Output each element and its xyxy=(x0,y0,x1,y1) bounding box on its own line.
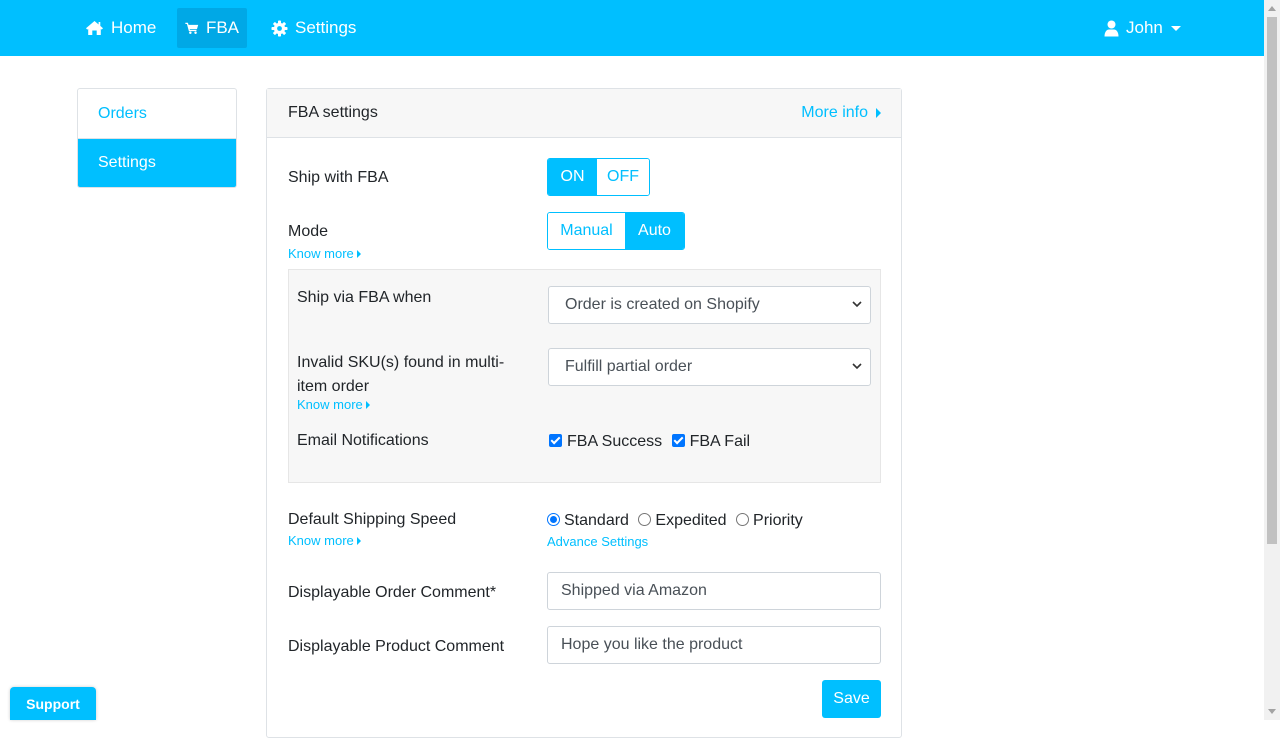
standard-label: Standard xyxy=(564,512,629,529)
chevron-down-icon xyxy=(852,301,862,308)
user-icon xyxy=(1104,20,1119,36)
save-button[interactable]: Save xyxy=(822,680,881,718)
cart-icon xyxy=(185,22,199,34)
card-title: FBA settings xyxy=(288,104,378,121)
ship-via-select[interactable]: Order is created on Shopify xyxy=(548,286,871,324)
sidebar-item-label: Settings xyxy=(98,154,156,171)
invalid-sku-select[interactable]: Fulfill partial order xyxy=(548,348,871,386)
mode-know-more-link[interactable]: Know more xyxy=(288,246,361,261)
product-comment-value: Hope you like the product xyxy=(561,636,743,653)
ship-via-value: Order is created on Shopify xyxy=(565,296,760,313)
scroll-thumb[interactable] xyxy=(1267,17,1277,544)
user-menu[interactable]: John xyxy=(1096,8,1189,48)
expedited-label: Expedited xyxy=(655,512,727,529)
fba-success-checkbox[interactable] xyxy=(549,434,562,447)
nav-fba-label: FBA xyxy=(205,18,239,37)
order-comment-label: Displayable Order Comment* xyxy=(288,584,497,601)
know-more-label: Know more xyxy=(288,246,354,261)
sidebar-item-orders[interactable]: Orders xyxy=(78,89,236,138)
product-comment-label: Displayable Product Comment xyxy=(288,638,505,655)
invalid-sku-label-line1: Invalid SKU(s) found in multi- xyxy=(297,354,505,371)
priority-radio[interactable] xyxy=(736,513,750,526)
more-info-label: More info xyxy=(801,104,868,121)
nav-home-label: Home xyxy=(111,18,157,37)
gear-icon xyxy=(271,20,288,36)
nav-settings-label: Settings xyxy=(295,18,357,37)
nav-settings[interactable]: Settings xyxy=(263,8,364,48)
support-button[interactable]: Support xyxy=(10,687,96,720)
email-notifications-label: Email Notifications xyxy=(297,432,429,449)
mode-manual-button[interactable]: Manual xyxy=(548,213,625,249)
advance-settings-link[interactable]: Advance Settings xyxy=(547,534,648,549)
top-navbar: Home FBA Settings John xyxy=(0,0,1264,56)
shipping-speed-know-more-link[interactable]: Know more xyxy=(288,533,361,548)
ship-with-fba-toggle: ON OFF xyxy=(547,158,650,196)
more-info-link[interactable]: More info xyxy=(801,104,881,122)
know-more-label: Know more xyxy=(288,533,354,548)
fba-fail-label: FBA Fail xyxy=(689,433,751,450)
invalid-sku-know-more-link[interactable]: Know more xyxy=(297,397,370,412)
shipping-speed-options: Standard Expedited Priority xyxy=(547,512,803,530)
order-comment-value: Shipped via Amazon xyxy=(561,582,707,599)
card-header: FBA settings More info xyxy=(267,89,901,138)
order-comment-input[interactable]: Shipped via Amazon xyxy=(547,572,881,610)
product-comment-input[interactable]: Hope you like the product xyxy=(547,626,881,664)
chevron-down-icon xyxy=(852,363,862,370)
ship-with-fba-on-button[interactable]: ON xyxy=(548,159,597,195)
standard-radio[interactable] xyxy=(547,513,560,526)
shipping-speed-label: Default Shipping Speed xyxy=(288,511,457,528)
fba-success-label: FBA Success xyxy=(567,433,663,450)
caret-right-icon xyxy=(365,400,370,409)
sidebar-item-settings[interactable]: Settings xyxy=(78,138,236,187)
mode-auto-button[interactable]: Auto xyxy=(625,213,684,249)
fba-fail-checkbox[interactable] xyxy=(671,434,685,447)
nav-fba[interactable]: FBA xyxy=(177,8,247,48)
sidebar: Orders Settings xyxy=(77,88,237,188)
expedited-radio[interactable] xyxy=(638,513,652,526)
ship-with-fba-off-button[interactable]: OFF xyxy=(597,159,649,195)
nav-home[interactable]: Home xyxy=(77,8,164,48)
caret-right-icon xyxy=(876,108,881,118)
home-icon xyxy=(86,21,103,35)
priority-label: Priority xyxy=(753,512,803,529)
caret-right-icon xyxy=(356,536,361,545)
email-options: FBA Success FBA Fail xyxy=(549,433,750,451)
invalid-sku-label-line2: item order xyxy=(297,378,370,395)
mode-toggle: Manual Auto xyxy=(547,212,685,250)
scroll-down-icon[interactable] xyxy=(1268,709,1276,714)
ship-via-label: Ship via FBA when xyxy=(297,289,432,306)
page-scrollbar[interactable] xyxy=(1264,0,1280,720)
sidebar-item-label: Orders xyxy=(98,104,147,122)
know-more-label: Know more xyxy=(297,397,363,412)
invalid-sku-value: Fulfill partial order xyxy=(565,358,693,375)
ship-with-fba-label: Ship with FBA xyxy=(288,169,389,186)
mode-label: Mode xyxy=(288,223,329,240)
caret-right-icon xyxy=(356,249,361,258)
scroll-up-icon[interactable] xyxy=(1268,6,1276,11)
user-name: John xyxy=(1126,18,1163,37)
chevron-down-icon xyxy=(1170,25,1181,31)
invalid-sku-label: Invalid SKU(s) found in multi- item orde… xyxy=(297,351,504,399)
